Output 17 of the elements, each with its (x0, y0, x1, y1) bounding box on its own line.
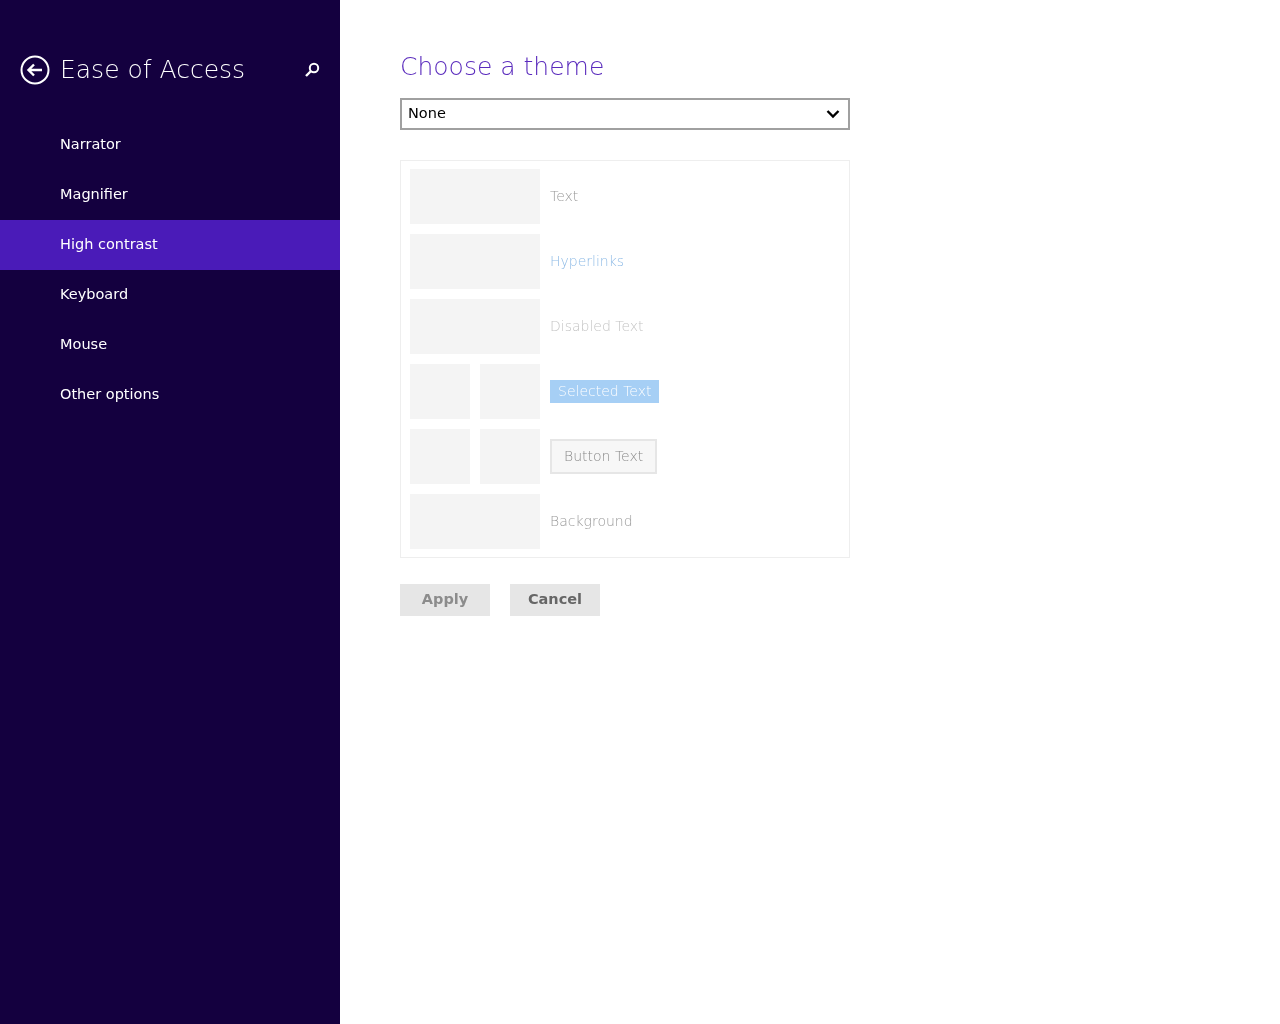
background-label: Background (550, 512, 633, 531)
sidebar-item[interactable]: Keyboard (0, 270, 340, 320)
sidebar-item[interactable]: Narrator (0, 120, 340, 170)
page-title: Ease of Access (60, 54, 247, 87)
selected-text-sample: Selected Text (550, 380, 660, 403)
sidebar-item[interactable]: Mouse (0, 320, 340, 370)
button-text-sample: Button Text (550, 439, 658, 474)
sidebar-item[interactable]: Other options (0, 370, 340, 420)
sidebar-item[interactable]: Magnifier (0, 170, 340, 220)
theme-dropdown[interactable]: None (400, 98, 850, 130)
sidebar-item[interactable]: High contrast (0, 220, 340, 270)
search-icon[interactable] (304, 62, 320, 78)
action-button[interactable]: Cancel (510, 584, 600, 616)
hyperlink-sample: Hyperlinks (550, 252, 625, 271)
text-sample: Text (550, 187, 579, 206)
section-heading: Choose a theme (400, 52, 606, 82)
chevron-down-icon (826, 109, 840, 119)
